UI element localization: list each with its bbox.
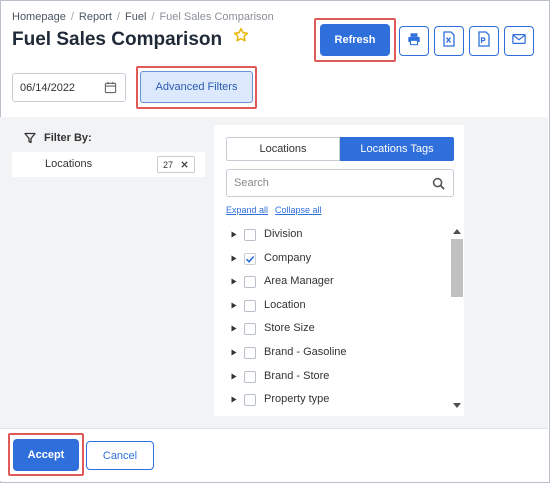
checkmark-icon bbox=[245, 255, 255, 263]
tree-item-company[interactable]: Company bbox=[214, 247, 450, 270]
search-input[interactable]: Search bbox=[226, 169, 454, 197]
filter-item-label: Locations bbox=[45, 158, 93, 170]
tree-item-brand-store[interactable]: Brand - Store bbox=[214, 365, 450, 388]
locations-tabs: Locations Locations Tags bbox=[226, 137, 454, 161]
tab-locations-tags[interactable]: Locations Tags bbox=[340, 137, 454, 161]
tree-item-location[interactable]: Location bbox=[214, 294, 450, 317]
tree-item-label: Brand - Gasoline bbox=[264, 346, 347, 358]
locations-panel: Locations Locations Tags Search Expand a… bbox=[214, 125, 464, 416]
scrollbar-thumb[interactable] bbox=[451, 239, 463, 297]
expand-collapse-links: Expand all Collapse all bbox=[226, 205, 322, 215]
locations-count-chip: 27 bbox=[157, 156, 195, 173]
refresh-button[interactable]: Refresh bbox=[320, 24, 390, 56]
email-button[interactable] bbox=[504, 26, 534, 56]
filter-by-label: Filter By: bbox=[44, 132, 92, 144]
caret-right-icon[interactable] bbox=[231, 302, 237, 309]
locations-count: 27 bbox=[163, 159, 174, 170]
tree-checkbox-checked[interactable] bbox=[244, 252, 256, 265]
tree-checkbox[interactable] bbox=[244, 229, 256, 241]
filter-item-locations[interactable]: Locations 27 bbox=[12, 152, 205, 177]
search-icon[interactable] bbox=[432, 177, 445, 193]
export-excel-button[interactable] bbox=[434, 26, 464, 56]
tab-locations[interactable]: Locations bbox=[226, 137, 340, 161]
tree-item-division[interactable]: Division bbox=[214, 223, 450, 246]
page-title: Fuel Sales Comparison bbox=[12, 27, 249, 51]
tree-item-store-size[interactable]: Store Size bbox=[214, 317, 450, 340]
caret-right-icon[interactable] bbox=[231, 325, 237, 332]
caret-right-icon[interactable] bbox=[231, 255, 237, 262]
funnel-icon bbox=[24, 132, 36, 144]
tree-item-area-manager[interactable]: Area Manager bbox=[214, 270, 450, 293]
tree-scrollbar[interactable] bbox=[450, 223, 464, 413]
tree-checkbox[interactable] bbox=[244, 347, 256, 359]
print-icon bbox=[407, 32, 421, 51]
calendar-icon[interactable] bbox=[104, 81, 117, 97]
close-icon[interactable] bbox=[180, 160, 189, 171]
tree-item-brand-gasoline[interactable]: Brand - Gasoline bbox=[214, 341, 450, 364]
tree-checkbox[interactable] bbox=[244, 299, 256, 312]
caret-right-icon[interactable] bbox=[231, 373, 237, 380]
breadcrumb-homepage[interactable]: Homepage bbox=[12, 11, 66, 23]
caret-right-icon[interactable] bbox=[231, 231, 237, 238]
pdf-icon bbox=[477, 30, 491, 52]
accept-button[interactable]: Accept bbox=[13, 439, 79, 471]
tree-checkbox[interactable] bbox=[244, 370, 256, 383]
caret-right-icon[interactable] bbox=[231, 349, 237, 356]
caret-right-icon[interactable] bbox=[231, 278, 237, 285]
excel-icon bbox=[442, 30, 456, 52]
breadcrumb-current: Fuel Sales Comparison bbox=[159, 11, 274, 23]
scroll-up-arrow-icon[interactable] bbox=[453, 229, 461, 234]
tree-checkbox[interactable] bbox=[244, 323, 256, 336]
page-title-text: Fuel Sales Comparison bbox=[12, 29, 223, 50]
filter-by-heading: Filter By: bbox=[24, 132, 92, 144]
expand-all-link[interactable]: Expand all bbox=[226, 205, 268, 215]
breadcrumb-report[interactable]: Report bbox=[79, 11, 112, 23]
tag-tree: Division Company Area Manager Location S… bbox=[214, 223, 450, 413]
tree-item-label: Store Size bbox=[264, 322, 315, 335]
tree-item-label: Brand - Store bbox=[264, 369, 330, 382]
tree-checkbox[interactable] bbox=[244, 276, 256, 289]
export-pdf-button[interactable] bbox=[469, 26, 499, 56]
print-button[interactable] bbox=[399, 26, 429, 56]
collapse-all-link[interactable]: Collapse all bbox=[275, 205, 322, 215]
tree-item-label: Company bbox=[264, 251, 312, 264]
date-value: 06/14/2022 bbox=[20, 81, 76, 94]
tree-item-label: Division bbox=[264, 228, 303, 240]
date-field[interactable]: 06/14/2022 bbox=[12, 73, 126, 102]
search-placeholder: Search bbox=[234, 177, 269, 189]
tree-item-property-type[interactable]: Property type bbox=[214, 388, 450, 411]
breadcrumb-fuel[interactable]: Fuel bbox=[125, 11, 146, 23]
advanced-filters-button[interactable]: Advanced Filters bbox=[140, 71, 253, 103]
breadcrumb: Homepage / Report / Fuel / Fuel Sales Comparis… bbox=[12, 11, 274, 23]
star-outline-icon[interactable] bbox=[233, 27, 249, 49]
scroll-down-arrow-icon[interactable] bbox=[453, 403, 461, 408]
tree-checkbox[interactable] bbox=[244, 394, 256, 407]
email-icon bbox=[512, 32, 526, 50]
cancel-button[interactable]: Cancel bbox=[86, 441, 154, 470]
tree-item-label: Location bbox=[264, 298, 306, 311]
caret-right-icon[interactable] bbox=[231, 396, 237, 403]
tree-item-label: Property type bbox=[264, 393, 330, 406]
tree-item-label: Area Manager bbox=[264, 275, 334, 288]
